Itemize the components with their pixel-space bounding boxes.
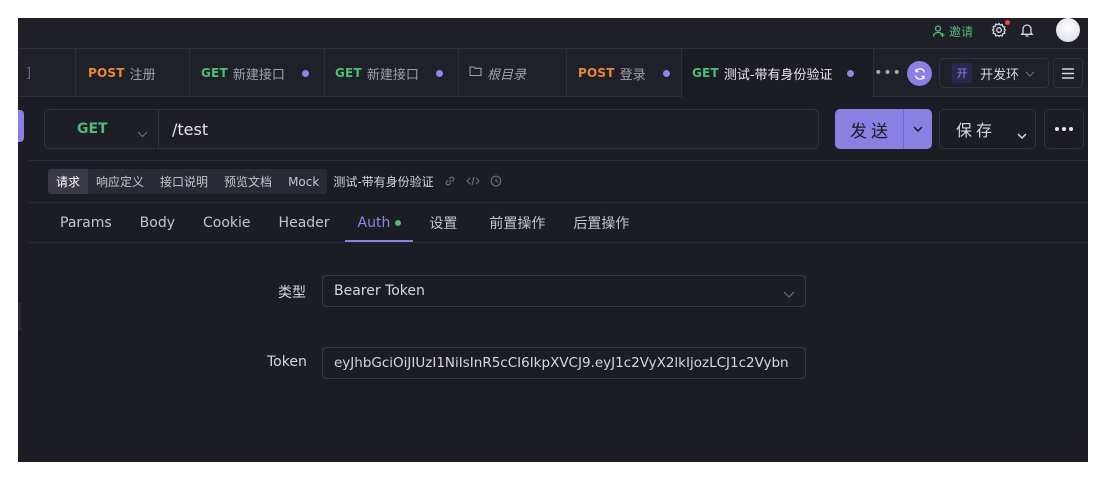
request-bar: GET /test xyxy=(44,109,819,149)
active-status-dot xyxy=(395,220,402,226)
sidebar-collapse-handle[interactable] xyxy=(18,110,24,142)
tab-label: 新建接口 xyxy=(366,67,419,83)
unsaved-dot xyxy=(846,69,854,77)
tab-params[interactable]: Params xyxy=(60,204,112,242)
method-label: GET xyxy=(77,121,108,137)
divider xyxy=(28,242,1088,243)
history-icon[interactable] xyxy=(490,172,502,191)
auth-type-value: Bearer Token xyxy=(334,283,425,299)
unsaved-dot xyxy=(662,69,670,77)
chevron-down-icon xyxy=(137,123,148,142)
subtab-request[interactable]: 请求 xyxy=(48,169,89,194)
tab-get-auth-test[interactable]: GET 测试-带有身份验证 xyxy=(682,49,874,97)
save-label: 保存 xyxy=(956,121,997,140)
param-tabs: Params Body Cookie Header Auth 设置 前置操作 后… xyxy=(60,204,629,242)
bell-icon[interactable] xyxy=(1017,20,1037,40)
tab-post-login[interactable]: POST 登录 xyxy=(567,49,682,97)
token-label: Token xyxy=(267,354,307,370)
tab-label: 测试-带有身份验证 xyxy=(723,67,833,83)
tab-method: POST xyxy=(88,66,125,80)
tab-body[interactable]: Body xyxy=(140,204,175,242)
sync-icon[interactable] xyxy=(907,61,932,86)
folder-icon xyxy=(469,65,482,81)
subtab-api-description[interactable]: 接口说明 xyxy=(152,169,217,194)
auth-type-select[interactable]: Bearer Token xyxy=(322,275,806,307)
tab-method: GET xyxy=(692,66,719,80)
method-select[interactable]: GET xyxy=(45,110,159,148)
tab-settings[interactable]: 设置 xyxy=(429,204,457,242)
divider xyxy=(28,202,1088,203)
env-badge: 开 xyxy=(952,63,972,83)
tab-post-request[interactable]: 后置操作 xyxy=(573,204,629,242)
tab-cookie[interactable]: Cookie xyxy=(203,204,251,242)
api-title: 测试-带有身份验证 xyxy=(333,175,434,189)
dot xyxy=(1069,127,1073,131)
hamburger-menu-icon[interactable] xyxy=(1053,58,1083,88)
subtab-preview-docs[interactable]: 预览文档 xyxy=(216,169,281,194)
notification-dot xyxy=(1005,20,1010,25)
tab-label: 登录 xyxy=(619,67,646,83)
tab-post-register[interactable]: POST 注册 xyxy=(76,49,190,97)
env-name: 开发环 xyxy=(980,67,1020,83)
tab-method: GET xyxy=(201,66,228,80)
sub-tabs: 请求 响应定义 接口说明 预览文档 Mock 测试-带有身份验证 xyxy=(48,169,502,194)
sidebar-edge xyxy=(18,303,21,331)
unsaved-dot xyxy=(435,69,443,77)
more-tabs-button[interactable]: ••• xyxy=(874,49,901,97)
token-input[interactable]: eyJhbGciOiJIUzI1NiIsInR5cCI6IkpXVCJ9.eyJ… xyxy=(322,347,806,379)
tab-label: 根目录 xyxy=(487,67,527,83)
subtab-mock[interactable]: Mock xyxy=(280,169,328,194)
auth-type-label: 类型 xyxy=(278,285,306,301)
chevron-down-icon[interactable] xyxy=(1017,124,1027,143)
invite-button[interactable]: 邀请 xyxy=(932,21,973,41)
unsaved-dot xyxy=(301,69,309,77)
tab-partial-glyph: ] xyxy=(26,65,32,81)
dot xyxy=(1055,127,1059,131)
tab-method: POST xyxy=(578,66,615,80)
tab-label: 新建接口 xyxy=(232,67,285,83)
app-window: 邀请 ] POST 注册 GET 新建接口 GET 新建接口 根目录 POST … xyxy=(18,18,1088,462)
top-bar: 邀请 xyxy=(18,18,1088,49)
avatar[interactable] xyxy=(1056,18,1080,42)
divider xyxy=(28,160,1088,161)
code-icon[interactable] xyxy=(465,172,480,191)
invite-label: 邀请 xyxy=(949,24,974,39)
url-input[interactable]: /test xyxy=(172,110,208,148)
link-icon[interactable] xyxy=(444,172,456,191)
environment-selector[interactable]: 开 开发环 xyxy=(939,58,1049,88)
tab-get-new-api-2[interactable]: GET 新建接口 xyxy=(325,49,459,97)
subtab-response-definition[interactable]: 响应定义 xyxy=(88,169,153,194)
send-button[interactable]: 发送 xyxy=(835,109,932,149)
user-add-icon xyxy=(932,24,946,38)
tab-header[interactable]: Header xyxy=(279,204,330,242)
tab-get-new-api-1[interactable]: GET 新建接口 xyxy=(190,49,325,97)
more-options-button[interactable] xyxy=(1044,109,1084,149)
api-title-actions xyxy=(444,172,502,191)
tab-truncated[interactable]: ] xyxy=(18,49,76,97)
tab-method: GET xyxy=(335,66,362,80)
tab-bar: ] POST 注册 GET 新建接口 GET 新建接口 根目录 POST 登录 xyxy=(18,49,1088,97)
save-button[interactable]: 保存 xyxy=(939,109,1036,149)
tab-root-directory[interactable]: 根目录 xyxy=(459,49,567,97)
tab-pre-request[interactable]: 前置操作 xyxy=(489,204,545,242)
send-label: 发送 xyxy=(850,121,892,142)
gear-icon[interactable] xyxy=(989,20,1010,40)
chevron-down-icon xyxy=(783,286,795,302)
tab-auth[interactable]: Auth xyxy=(344,204,414,242)
tab-label: 注册 xyxy=(129,67,156,83)
send-options-chevron-icon[interactable] xyxy=(903,109,932,149)
dot xyxy=(1062,127,1066,131)
chevron-down-icon xyxy=(1025,66,1035,81)
tab-auth-label: Auth xyxy=(357,215,391,231)
